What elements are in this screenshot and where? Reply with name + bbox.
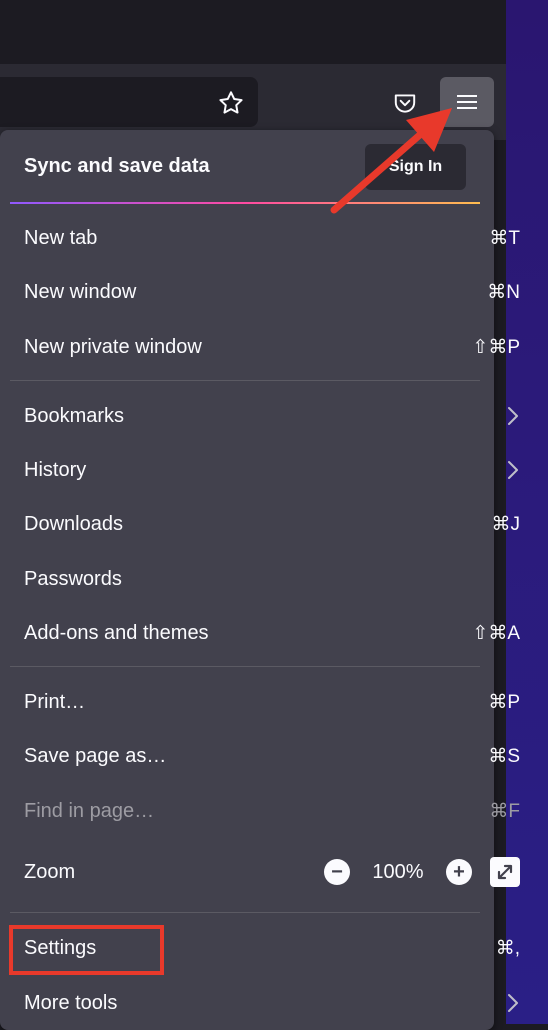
menu-item-new-private-window[interactable]: New private window ⇧⌘P (24, 327, 520, 367)
menu-item-shortcut: ⌘F (489, 800, 520, 822)
menu-item-print[interactable]: Print… ⌘P (24, 682, 520, 722)
sync-title: Sync and save data (24, 155, 210, 177)
star-icon (219, 91, 243, 114)
menu-item-passwords[interactable]: Passwords (24, 559, 520, 599)
menu-item-save-page-as[interactable]: Save page as… ⌘S (24, 736, 520, 776)
menu-item-shortcut: ⌘J (491, 513, 521, 535)
bookmark-star-button[interactable] (212, 84, 250, 122)
settings-highlight-annotation (9, 925, 164, 975)
menu-item-shortcut: ⇧⌘P (472, 336, 520, 358)
menu-item-label: Save page as… (24, 744, 167, 767)
menu-item-shortcut: ⌘, (495, 937, 520, 959)
zoom-controls: − 100% + (324, 857, 520, 887)
chevron-right-icon (506, 459, 520, 481)
menu-item-shortcut: ⇧⌘A (472, 622, 520, 644)
menu-item-shortcut: ⌘N (487, 281, 520, 303)
chevron-right-icon (506, 992, 520, 1014)
menu-item-shortcut: ⌘P (488, 691, 520, 713)
menu-item-label: Zoom (24, 860, 76, 883)
chevron-right-icon (506, 405, 520, 427)
menu-item-label: History (24, 458, 87, 481)
menu-item-new-window[interactable]: New window ⌘N (24, 272, 520, 312)
menu-separator (10, 912, 480, 913)
zoom-out-button[interactable]: − (324, 859, 350, 885)
menu-item-bookmarks[interactable]: Bookmarks (24, 396, 520, 436)
zoom-in-button[interactable]: + (446, 859, 472, 885)
menu-item-zoom: Zoom − 100% + (24, 852, 520, 892)
menu-item-shortcut: ⌘S (488, 745, 520, 767)
fullscreen-icon (497, 864, 513, 880)
menu-item-shortcut: ⌘T (489, 227, 520, 249)
menu-item-label: More tools (24, 991, 118, 1014)
menu-separator (10, 380, 480, 381)
menu-item-label: New window (24, 280, 137, 303)
menu-item-find-in-page: Find in page… ⌘F (24, 791, 520, 831)
menu-separator (10, 666, 480, 667)
zoom-level[interactable]: 100% (350, 861, 446, 884)
menu-item-label: Print… (24, 690, 86, 713)
menu-item-label: Add-ons and themes (24, 621, 209, 644)
menu-item-label: New private window (24, 335, 202, 358)
menu-item-label: Passwords (24, 567, 122, 590)
menu-item-label: Bookmarks (24, 404, 125, 427)
menu-item-downloads[interactable]: Downloads ⌘J (24, 504, 520, 544)
tab-strip (0, 0, 506, 64)
menu-item-label: Downloads (24, 512, 123, 535)
menu-item-history[interactable]: History (24, 450, 520, 490)
fullscreen-button[interactable] (490, 857, 520, 887)
menu-item-label: New tab (24, 226, 98, 249)
menu-item-new-tab[interactable]: New tab ⌘T (24, 218, 520, 258)
menu-item-label: Find in page… (24, 799, 155, 822)
red-arrow-annotation (330, 108, 452, 214)
menu-item-addons-and-themes[interactable]: Add-ons and themes ⇧⌘A (24, 613, 520, 653)
menu-item-more-tools[interactable]: More tools (24, 983, 520, 1023)
